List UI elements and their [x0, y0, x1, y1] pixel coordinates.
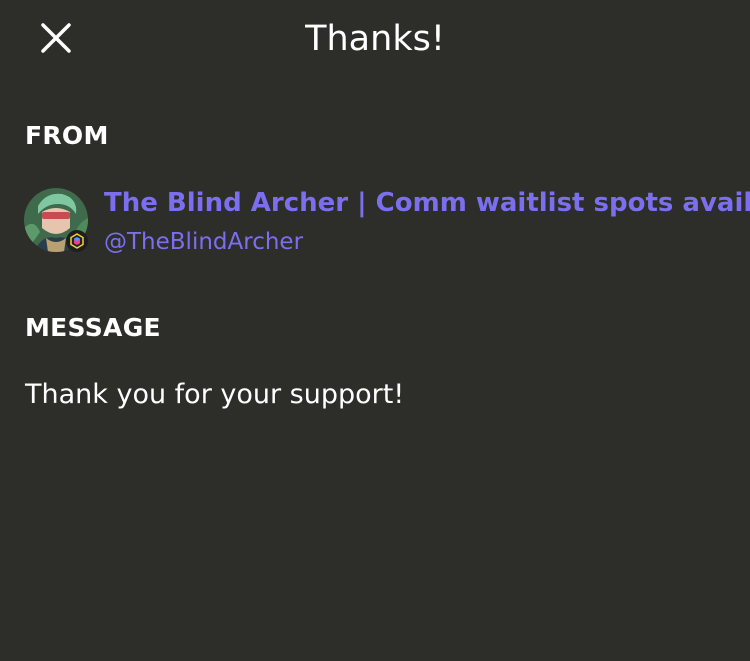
- sender-text: The Blind Archer | Comm waitlist spots a…: [104, 188, 750, 257]
- sender-handle[interactable]: @TheBlindArcher: [104, 227, 750, 257]
- header: Thanks!: [0, 0, 750, 80]
- message-section-label: MESSAGE: [25, 313, 161, 342]
- message-body: Thank you for your support!: [25, 379, 405, 410]
- from-section-label: FROM: [25, 121, 109, 150]
- hexagon-badge-icon: [66, 230, 88, 252]
- avatar-container[interactable]: [24, 188, 88, 252]
- sender-row: The Blind Archer | Comm waitlist spots a…: [24, 188, 750, 258]
- sender-name[interactable]: The Blind Archer | Comm waitlist spots a…: [104, 188, 750, 218]
- page-title: Thanks!: [305, 19, 445, 59]
